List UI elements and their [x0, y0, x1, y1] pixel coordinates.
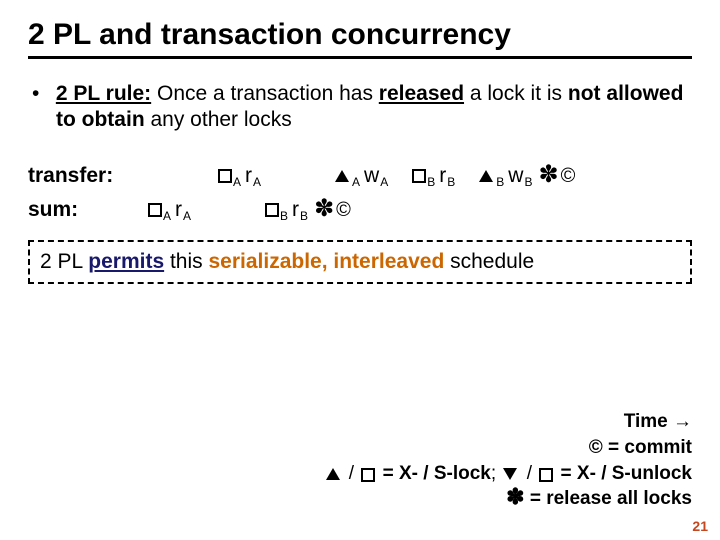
release-icon: ✽: [314, 199, 334, 218]
legend-time: Time →: [324, 409, 693, 435]
tok-write: wA: [364, 164, 388, 188]
legend-lock-text: = X- / S-lock: [377, 463, 491, 484]
tok-text: r: [175, 198, 182, 222]
triangle-up-icon: [479, 170, 493, 182]
commit-icon: ©: [561, 165, 576, 188]
legend-sep: /: [521, 463, 537, 484]
row-sum-label: sum:: [28, 198, 148, 222]
triangle-up-icon: [326, 468, 342, 480]
legend-commit: © = commit: [324, 435, 693, 461]
rule-bullet: • 2 PL rule: Once a transaction has rele…: [56, 81, 692, 134]
legend-unlock-text: = X- / S-unlock: [555, 463, 692, 484]
row-sum: sum: A rA B rB ✽ ©: [28, 198, 692, 222]
tok-text: w: [508, 164, 523, 188]
tok-square: A: [218, 168, 241, 185]
tok-sub: B: [524, 175, 532, 189]
rule-released: released: [379, 82, 464, 105]
tok-read: rA: [245, 164, 261, 188]
tok-read: rA: [175, 198, 191, 222]
tok-sub: B: [300, 209, 308, 223]
square-icon: [539, 467, 553, 481]
callout-adj: serializable, interleaved: [208, 250, 444, 273]
square-icon: [412, 169, 426, 183]
legend-lock: / = X- / S-lock; / = X- / S-unlock: [324, 461, 693, 487]
row-sum-timeline: A rA B rB ✽ ©: [148, 198, 351, 222]
legend-release: ✽ = release all locks: [324, 486, 693, 512]
rule-mid2: a lock it is: [464, 82, 568, 105]
rule-lead: 2 PL rule:: [56, 82, 151, 105]
callout-post: schedule: [444, 250, 534, 273]
slide-title: 2 PL and transaction concurrency: [28, 18, 692, 59]
row-transfer: transfer: A rA A wA B rB B wB ✽ ©: [28, 164, 692, 188]
legend-sep: ;: [491, 463, 502, 484]
tok-text: r: [439, 164, 446, 188]
commit-icon: ©: [336, 199, 351, 222]
square-icon: [265, 203, 279, 217]
triangle-up-icon: [335, 170, 349, 182]
tok-read: rB: [439, 164, 455, 188]
square-icon: [148, 203, 162, 217]
square-icon: [361, 467, 375, 481]
callout-pre: 2 PL: [40, 250, 88, 273]
tok-sub: A: [253, 175, 261, 189]
release-icon: ✽: [506, 484, 524, 509]
tok-sub: B: [427, 175, 435, 189]
tok-text: r: [292, 198, 299, 222]
tok-sub: B: [496, 175, 504, 189]
bullet-icon: •: [32, 81, 50, 107]
tok-read: rB: [292, 198, 308, 222]
page-number: 21: [692, 518, 708, 534]
row-transfer-label: transfer:: [28, 164, 148, 188]
tok-sub: B: [280, 209, 288, 223]
legend: Time → © = commit / = X- / S-lock; / = X…: [324, 409, 693, 512]
callout-box: 2 PL permits this serializable, interlea…: [28, 240, 692, 284]
tok-tri-up: A: [335, 170, 360, 185]
release-icon: ✽: [538, 165, 558, 184]
tok-square: B: [412, 168, 435, 185]
legend-release-text: = release all locks: [525, 488, 692, 509]
callout-permits: permits: [88, 250, 164, 273]
rule-tail: any other locks: [145, 108, 292, 131]
rule-mid1: Once a transaction has: [151, 82, 379, 105]
tok-tri-up: B: [479, 170, 504, 185]
row-transfer-timeline: A rA A wA B rB B wB ✽ ©: [148, 164, 575, 188]
tok-sub: A: [233, 175, 241, 189]
tok-square: A: [148, 202, 171, 219]
tok-text: r: [245, 164, 252, 188]
tok-sub: A: [183, 209, 191, 223]
slide-root: 2 PL and transaction concurrency • 2 PL …: [0, 0, 720, 540]
tok-sub: A: [352, 175, 360, 189]
tok-write: wB: [508, 164, 532, 188]
tok-square: B: [265, 202, 288, 219]
legend-sep: /: [344, 463, 360, 484]
callout-mid: this: [164, 250, 208, 273]
tok-text: w: [364, 164, 379, 188]
triangle-down-icon: [503, 468, 519, 480]
tok-sub: B: [447, 175, 455, 189]
square-icon: [218, 169, 232, 183]
tok-sub: A: [163, 209, 171, 223]
tok-sub: A: [380, 175, 388, 189]
